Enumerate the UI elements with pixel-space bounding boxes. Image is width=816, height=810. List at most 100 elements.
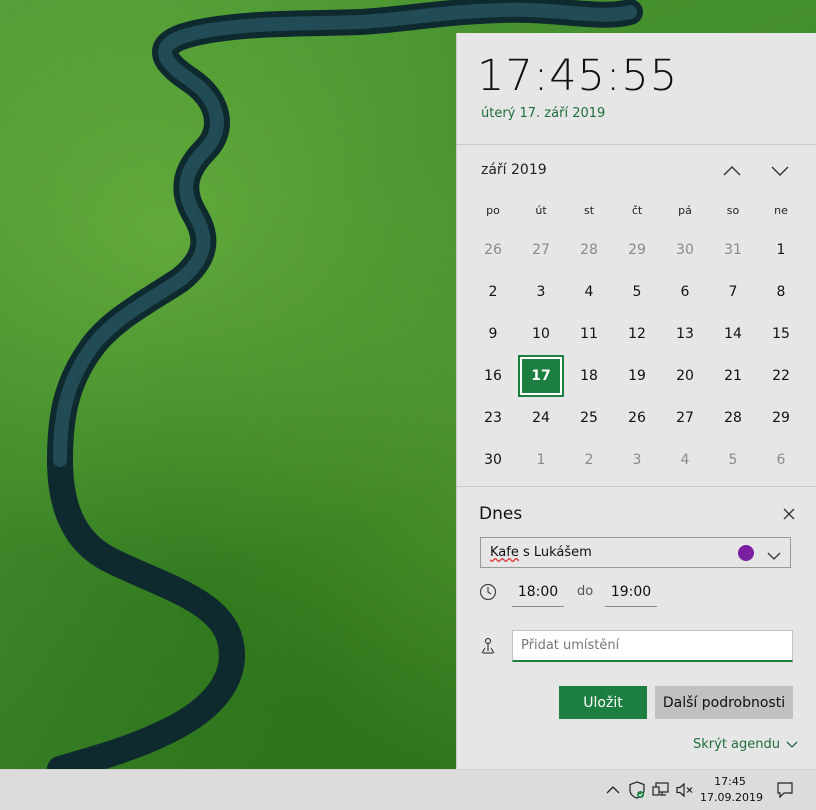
calendar-day[interactable]: 4 [565, 271, 613, 313]
calendar-day[interactable]: 6 [757, 439, 805, 481]
calendar-day[interactable]: 18 [565, 355, 613, 397]
event-title-field[interactable]: Kafe s Lukášem [480, 537, 791, 568]
chevron-down-icon [771, 166, 789, 176]
calendar-day[interactable]: 15 [757, 313, 805, 355]
calendar-day[interactable]: 5 [709, 439, 757, 481]
event-title-rest: s Lukášem [518, 545, 592, 560]
calendar-day[interactable]: 22 [757, 355, 805, 397]
calendar-day[interactable]: 11 [565, 313, 613, 355]
calendar-day[interactable]: 30 [469, 439, 517, 481]
weekday-label: čt [631, 204, 643, 217]
calendar-day[interactable]: 2 [565, 439, 613, 481]
next-month-button[interactable] [765, 157, 795, 185]
calendar-day[interactable]: 16 [469, 355, 517, 397]
divider [457, 486, 816, 487]
close-agenda-button[interactable] [779, 504, 799, 524]
calendar-day[interactable]: 1 [757, 229, 805, 271]
calendar-day[interactable]: 20 [661, 355, 709, 397]
hide-agenda-button[interactable]: Skrýt agendu [693, 737, 798, 752]
taskbar-date: 17.09.2019 [700, 791, 763, 804]
calendar-weeks: 26 27 28 29 30 31 1 2 3 4 5 6 7 8 9 10 11 12 13 14 15 16 17 18 1… [469, 229, 805, 481]
calendar-day[interactable]: 28 [565, 229, 613, 271]
calendar-day[interactable]: 4 [661, 439, 709, 481]
close-icon [783, 508, 795, 520]
calendar-day[interactable]: 3 [613, 439, 661, 481]
action-center-button[interactable] [775, 780, 795, 800]
speaker-muted-icon [676, 782, 693, 798]
calendar-day[interactable]: 8 [757, 271, 805, 313]
calendar-day[interactable]: 26 [613, 397, 661, 439]
calendar-color-dot[interactable] [738, 545, 754, 561]
calendar-grid: po út st čt pá so ne 26 27 28 29 30 31 1 2 3 4 5 6 7 8 9 10 11… [469, 193, 805, 481]
calendar-day[interactable]: 28 [709, 397, 757, 439]
calendar-day[interactable]: 10 [517, 313, 565, 355]
clock-calendar-flyout: 17:45:55 úterý 17. září 2019 září 2019 p… [456, 33, 816, 769]
volume-button[interactable] [675, 780, 695, 800]
weekday-label: po [486, 204, 500, 217]
taskbar-clock[interactable]: 17:45 17.09.2019 [700, 774, 763, 806]
calendar-day[interactable]: 27 [517, 229, 565, 271]
calendar-day[interactable]: 13 [661, 313, 709, 355]
taskbar: 17:45 17.09.2019 [0, 769, 816, 810]
weekday-label: pá [678, 204, 692, 217]
calendar-week-row: 16 17 18 19 20 21 22 [469, 355, 805, 397]
calendar-day[interactable]: 30 [661, 229, 709, 271]
network-icon [652, 782, 669, 796]
event-title-misspelled: Kafe [490, 545, 519, 560]
weekday-header: po út st čt pá so ne [469, 193, 805, 229]
weekday-label: st [583, 204, 595, 217]
weekday-label: so [726, 204, 740, 217]
calendar-day[interactable]: 7 [709, 271, 757, 313]
calendar-week-row: 30 1 2 3 4 5 6 [469, 439, 805, 481]
calendar-day[interactable]: 9 [469, 313, 517, 355]
start-time-field[interactable]: 18:00 [512, 578, 564, 607]
calendar-day[interactable]: 14 [709, 313, 757, 355]
calendar-day[interactable]: 29 [613, 229, 661, 271]
calendar-select-dropdown[interactable] [767, 546, 781, 565]
calendar-week-row: 2345678 [469, 271, 805, 313]
shield-check-icon [629, 781, 645, 799]
calendar-day-today[interactable]: 17 [518, 355, 564, 397]
calendar-day[interactable]: 5 [613, 271, 661, 313]
windows-security-button[interactable] [627, 780, 647, 800]
weekday-label: ne [774, 204, 788, 217]
long-date-link[interactable]: úterý 17. září 2019 [481, 106, 605, 121]
weekday-label: út [535, 204, 547, 217]
calendar-day[interactable]: 23 [469, 397, 517, 439]
chevron-down-icon [767, 552, 781, 560]
end-time-field[interactable]: 19:00 [605, 578, 657, 607]
network-button[interactable] [651, 780, 671, 800]
notification-icon [777, 782, 793, 799]
calendar-day[interactable]: 26 [469, 229, 517, 271]
save-button[interactable]: Uložit [559, 686, 647, 719]
calendar-day[interactable]: 19 [613, 355, 661, 397]
clock-time: 17:45:55 [477, 51, 679, 101]
calendar-week-row: 23 24 25 26 27 28 29 [469, 397, 805, 439]
location-input-wrapper [512, 630, 793, 662]
calendar-day[interactable]: 6 [661, 271, 709, 313]
taskbar-time: 17:45 [714, 775, 746, 788]
calendar-day[interactable]: 31 [709, 229, 757, 271]
calendar-day[interactable]: 27 [661, 397, 709, 439]
to-label: do [577, 584, 594, 599]
event-title: Kafe s Lukášem [490, 545, 592, 560]
calendar-day[interactable]: 25 [565, 397, 613, 439]
calendar-day[interactable]: 3 [517, 271, 565, 313]
calendar-day[interactable]: 1 [517, 439, 565, 481]
chevron-down-icon [786, 741, 798, 748]
chevron-up-icon [723, 166, 741, 176]
clock-icon [479, 583, 497, 601]
more-details-button[interactable]: Další podrobnosti [655, 686, 793, 719]
month-label[interactable]: září 2019 [481, 162, 547, 178]
location-input[interactable] [513, 631, 792, 660]
calendar-day[interactable]: 21 [709, 355, 757, 397]
divider [457, 144, 816, 145]
agenda-title: Dnes [479, 504, 523, 524]
calendar-day[interactable]: 24 [517, 397, 565, 439]
previous-month-button[interactable] [717, 157, 747, 185]
calendar-week-row: 26 27 28 29 30 31 1 [469, 229, 805, 271]
calendar-day[interactable]: 29 [757, 397, 805, 439]
calendar-day[interactable]: 12 [613, 313, 661, 355]
show-hidden-icons-button[interactable] [603, 780, 623, 800]
calendar-day[interactable]: 2 [469, 271, 517, 313]
